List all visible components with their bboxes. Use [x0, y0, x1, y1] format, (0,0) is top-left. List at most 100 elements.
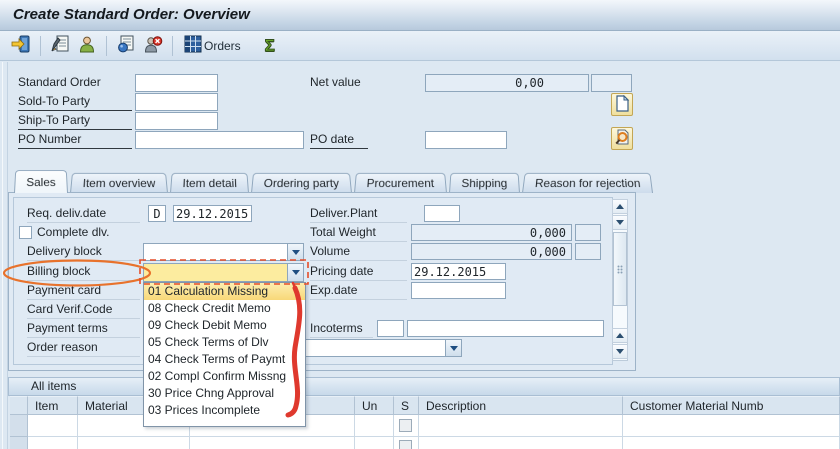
exp-date-label: Exp.date: [310, 282, 407, 300]
complete-dlv-checkbox[interactable]: [19, 226, 32, 239]
dropdown-option[interactable]: 02 Compl Confirm Missng: [144, 368, 305, 385]
person-reject-icon: [143, 35, 163, 56]
tab-item-detail[interactable]: Item detail: [170, 173, 249, 193]
description-cell[interactable]: [419, 437, 623, 449]
toolbar-separator: [172, 36, 173, 56]
payment-terms-label: Payment terms: [27, 320, 140, 338]
dropdown-option[interactable]: 04 Check Terms of Paymt: [144, 351, 305, 368]
billing-block-combo[interactable]: [143, 263, 304, 282]
scroll-up-button[interactable]: [612, 199, 628, 214]
scroll-down-button[interactable]: [612, 215, 628, 230]
create-document-button[interactable]: [611, 93, 633, 116]
reject-document-button[interactable]: [141, 35, 165, 57]
search-document-button[interactable]: [611, 127, 633, 150]
sap-window: Create Standard Order: Overview: [0, 0, 840, 449]
display-document-header-button[interactable]: [48, 35, 72, 57]
s-checkbox[interactable]: [399, 440, 412, 449]
column-header-un[interactable]: Un: [355, 396, 394, 415]
sold-to-party-input[interactable]: [135, 93, 218, 111]
sum-button[interactable]: Σ: [258, 35, 282, 57]
ship-to-party-input[interactable]: [135, 112, 218, 130]
total-weight-label: Total Weight: [310, 224, 407, 242]
incoterms-part2-input[interactable]: [407, 320, 604, 337]
document-flow-icon: [116, 35, 136, 56]
orders-grid-icon: [184, 35, 202, 56]
dropdown-option[interactable]: 01 Calculation Missing: [144, 283, 305, 300]
s-checkbox[interactable]: [399, 419, 412, 432]
orders-button-label: Orders: [204, 39, 241, 53]
tab-strip: Sales Item overview Item detail Ordering…: [14, 169, 653, 193]
customer-material-cell[interactable]: [623, 415, 840, 437]
document-pen-icon: [50, 35, 70, 56]
exit-button[interactable]: [9, 35, 33, 57]
standard-order-label: Standard Order: [18, 74, 101, 91]
net-value-currency-field: [591, 74, 632, 92]
ship-to-party-label[interactable]: Ship-To Party: [18, 112, 132, 130]
tab-sales[interactable]: Sales: [14, 170, 68, 193]
row-selector[interactable]: [10, 415, 28, 437]
scroll-up-button-bottom[interactable]: [612, 328, 628, 343]
un-cell[interactable]: [355, 415, 394, 437]
customer-material-cell[interactable]: [623, 437, 840, 449]
po-number-label[interactable]: PO Number: [18, 131, 132, 149]
standard-order-input[interactable]: [135, 74, 218, 92]
delivery-block-combo[interactable]: [143, 243, 304, 261]
select-all-column-header[interactable]: [10, 396, 28, 415]
column-header-item[interactable]: Item: [28, 396, 78, 415]
material-cell[interactable]: [78, 437, 190, 449]
incoterms-part1-input[interactable]: [377, 320, 404, 337]
req-deliv-date-input[interactable]: 29.12.2015: [173, 205, 252, 222]
orders-button[interactable]: Orders: [180, 35, 245, 57]
po-number-input[interactable]: [135, 131, 304, 149]
search-magnifier-icon: [614, 129, 630, 149]
document-flow-button[interactable]: [114, 35, 138, 57]
all-items-title: All items: [31, 379, 76, 393]
dropdown-option[interactable]: 05 Check Terms of Dlv: [144, 334, 305, 351]
column-header-s[interactable]: S: [394, 396, 419, 415]
chevron-down-icon[interactable]: [287, 244, 303, 260]
toolbar-separator: [40, 36, 41, 56]
sold-to-party-button[interactable]: [75, 35, 99, 57]
delivery-block-label: Delivery block: [27, 243, 140, 261]
chevron-down-icon[interactable]: [445, 340, 461, 356]
tab-ordering-party[interactable]: Ordering party: [251, 173, 352, 193]
exp-date-input[interactable]: [411, 282, 506, 299]
sigma-icon: Σ: [265, 36, 275, 56]
column-header-customer-material[interactable]: Customer Material Numb: [623, 396, 840, 415]
total-weight-unit-field: [575, 224, 601, 241]
tab-procurement[interactable]: Procurement: [354, 173, 447, 193]
scroll-down-button-bottom[interactable]: [612, 344, 628, 359]
item-cell[interactable]: [28, 415, 78, 437]
tab-shipping[interactable]: Shipping: [449, 173, 520, 193]
tab-item-overview[interactable]: Item overview: [70, 173, 168, 193]
payment-card-label: Payment card: [27, 282, 140, 300]
dropdown-option[interactable]: 03 Prices Incomplete: [144, 402, 305, 419]
person-icon: [77, 35, 97, 56]
req-deliv-date-type-field[interactable]: D: [148, 205, 166, 222]
po-date-input[interactable]: [425, 131, 507, 149]
pricing-date-input[interactable]: 29.12.2015: [411, 263, 506, 280]
net-value-label: Net value: [310, 74, 361, 91]
tab-reason-for-rejection[interactable]: Reason for rejection: [522, 173, 653, 193]
complete-dlv-label: Complete dlv.: [37, 224, 109, 241]
description-cell[interactable]: [419, 415, 623, 437]
scrollbar-thumb[interactable]: [613, 232, 627, 306]
item-cell[interactable]: [28, 437, 78, 449]
thumb-grip-icon: [617, 265, 623, 274]
new-document-icon: [615, 95, 630, 115]
dropdown-option[interactable]: 30 Price Chng Approval: [144, 385, 305, 402]
dropdown-option[interactable]: 08 Check Credit Memo: [144, 300, 305, 317]
dropdown-option[interactable]: 09 Check Debit Memo: [144, 317, 305, 334]
card-verif-code-label: Card Verif.Code: [27, 301, 140, 319]
chevron-down-icon[interactable]: [287, 264, 303, 281]
quantity-cell[interactable]: [190, 437, 355, 449]
sold-to-party-label[interactable]: Sold-To Party: [18, 93, 132, 111]
un-cell[interactable]: [355, 437, 394, 449]
column-header-description[interactable]: Description: [419, 396, 623, 415]
all-items-header-bar: All items: [8, 377, 840, 396]
po-date-label[interactable]: PO date: [310, 131, 368, 149]
pricing-date-label: Pricing date: [310, 263, 407, 281]
volume-label: Volume: [310, 243, 407, 261]
row-selector[interactable]: [10, 437, 28, 449]
deliver-plant-input[interactable]: [424, 205, 460, 222]
